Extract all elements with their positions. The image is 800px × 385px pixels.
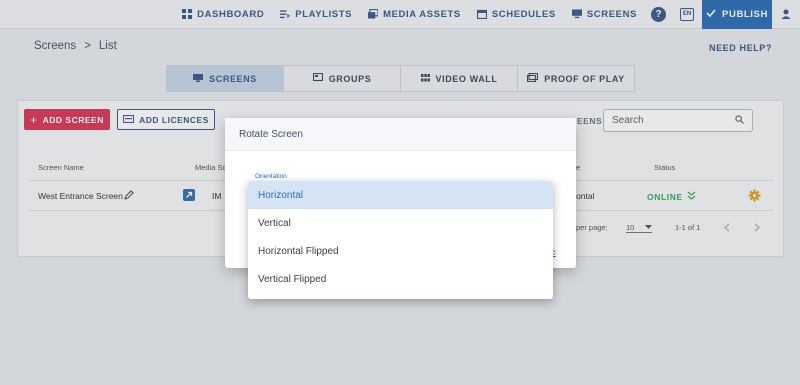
option-vertical[interactable]: Vertical bbox=[248, 209, 553, 237]
orientation-field-label: Orientation bbox=[255, 173, 287, 180]
dialog-title: Rotate Screen bbox=[225, 118, 576, 151]
option-horizontal[interactable]: Horizontal bbox=[248, 181, 553, 209]
option-vertical-flipped[interactable]: Vertical Flipped bbox=[248, 265, 553, 293]
orientation-dropdown: Horizontal Vertical Horizontal Flipped V… bbox=[248, 181, 553, 299]
option-horizontal-flipped[interactable]: Horizontal Flipped bbox=[248, 237, 553, 265]
